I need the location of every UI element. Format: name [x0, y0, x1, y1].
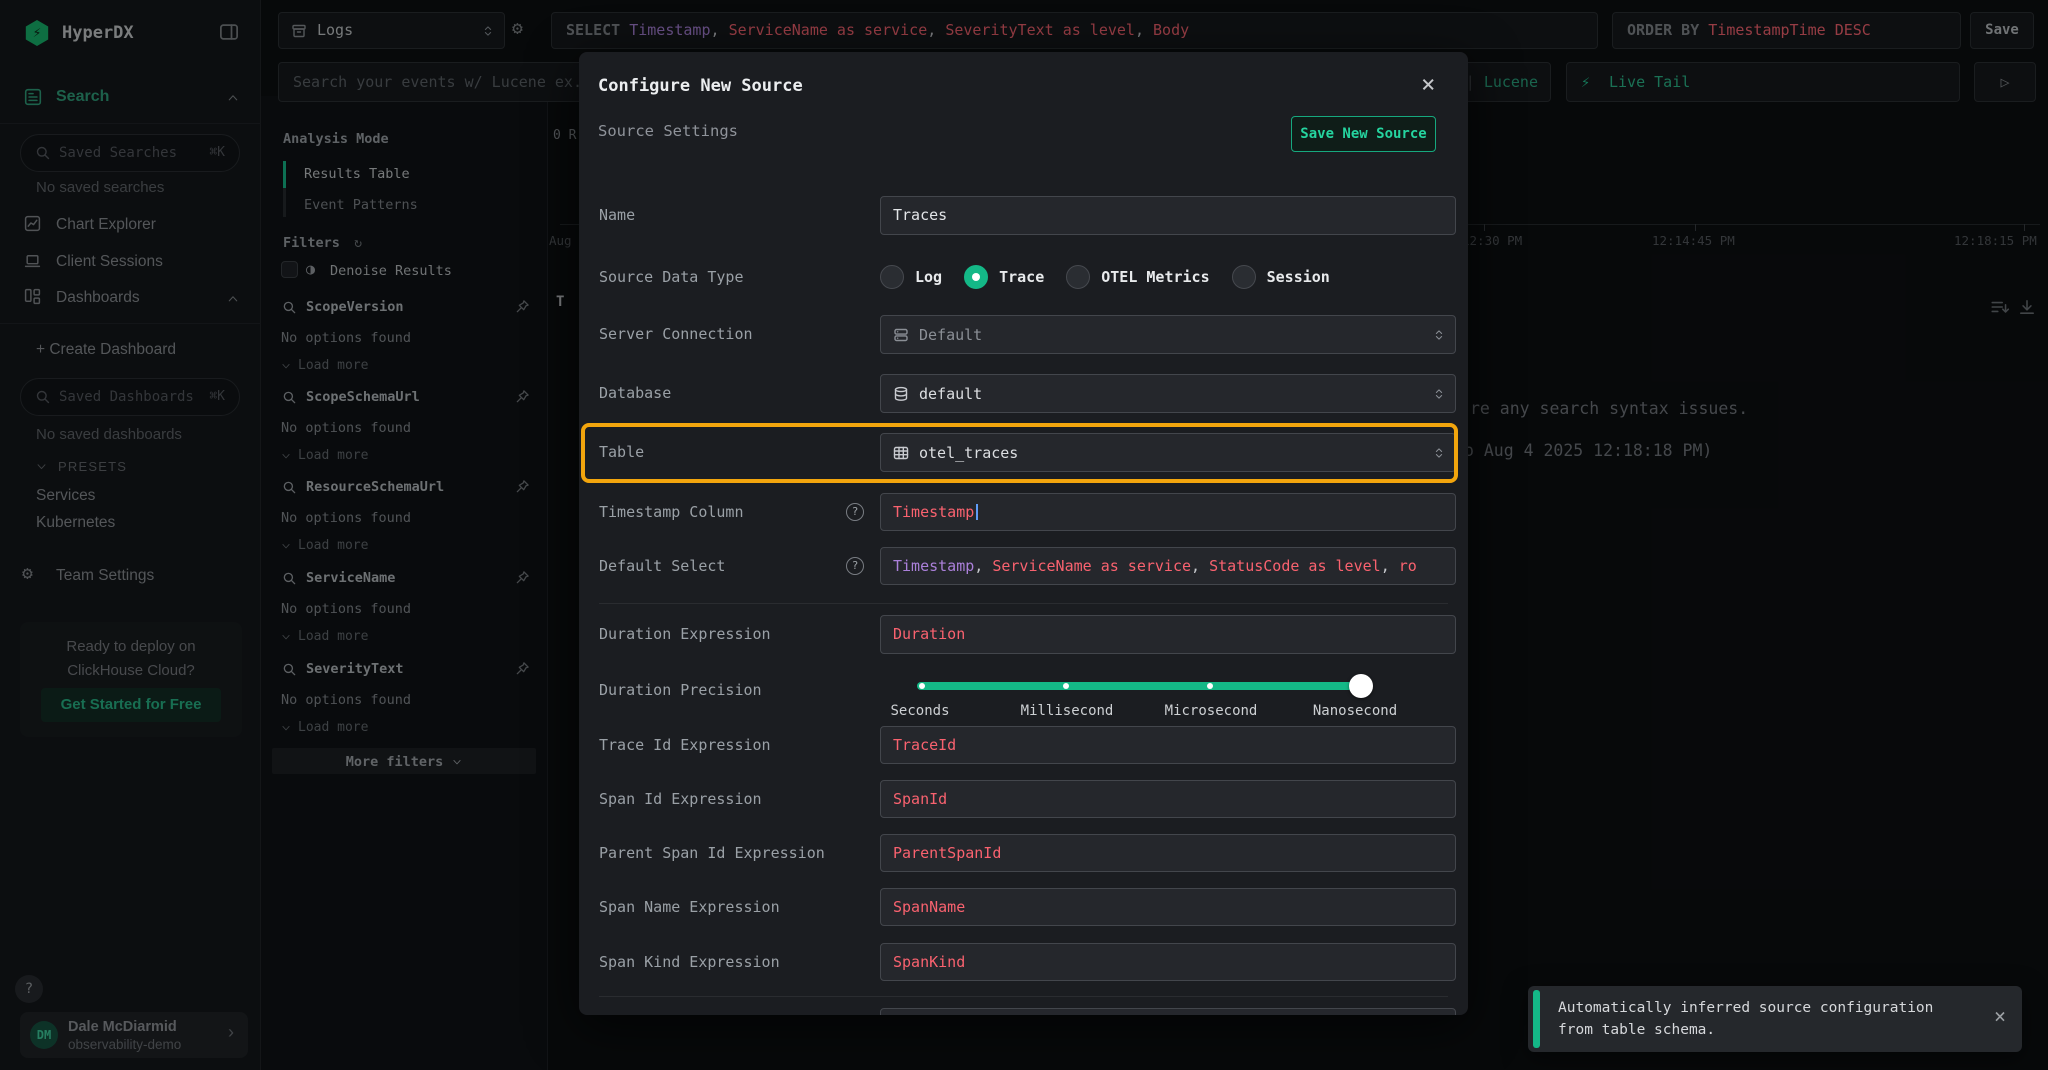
field-label-source-data-type: Source Data Type: [599, 260, 869, 294]
slider-label-millisecond[interactable]: Millisecond: [1021, 703, 1114, 719]
help-icon[interactable]: ?: [846, 503, 864, 521]
field-label-server-connection: Server Connection: [599, 315, 869, 354]
text-cursor: [976, 504, 978, 520]
slider-stop[interactable]: [1207, 683, 1213, 689]
radio-option-otel-metrics[interactable]: OTEL Metrics: [1066, 265, 1209, 289]
database-select[interactable]: default: [880, 374, 1456, 413]
duration-expression-input[interactable]: Duration: [880, 615, 1456, 654]
section-title: Source Settings: [598, 122, 738, 140]
field-label-span-kind: Span Kind Expression: [599, 943, 869, 981]
trace-id-input[interactable]: TraceId: [880, 726, 1456, 764]
table-select[interactable]: otel_traces: [880, 433, 1456, 472]
radio-circle: [1066, 265, 1090, 289]
source-type-radios: Log Trace OTEL Metrics Session: [880, 260, 1330, 294]
radio-circle: [1232, 265, 1256, 289]
radio-option-trace[interactable]: Trace: [964, 265, 1044, 289]
close-icon[interactable]: ×: [1421, 70, 1435, 98]
default-select-input[interactable]: Timestamp, ServiceName as service, Statu…: [880, 547, 1456, 585]
span-id-input[interactable]: SpanId: [880, 780, 1456, 818]
select-chevrons-icon: [1433, 327, 1445, 342]
radio-circle-selected: [964, 265, 988, 289]
toast-notification: Automatically inferred source configurat…: [1528, 986, 2022, 1052]
slider-label-seconds[interactable]: Seconds: [890, 703, 949, 719]
radio-option-log[interactable]: Log: [880, 265, 942, 289]
select-chevrons-icon: [1433, 445, 1445, 460]
toast-message-line1: Automatically inferred source configurat…: [1558, 997, 1933, 1019]
clipped-input[interactable]: [880, 1008, 1456, 1015]
radio-option-session[interactable]: Session: [1232, 265, 1330, 289]
radio-circle: [880, 265, 904, 289]
modal-divider: [599, 603, 1448, 604]
database-icon: [893, 386, 909, 402]
close-icon[interactable]: ×: [1994, 1004, 2006, 1028]
hyperdx-app: ⚡ HyperDX Search Saved Searches ⌘K No sa…: [0, 0, 2048, 1070]
slider-label-nanosecond[interactable]: Nanosecond: [1313, 703, 1397, 719]
field-label-trace-id: Trace Id Expression: [599, 726, 869, 764]
slider-stop[interactable]: [1063, 683, 1069, 689]
field-label-table: Table: [599, 433, 869, 472]
field-label-default-select: Default Select: [599, 547, 829, 585]
select-chevrons-icon: [1433, 386, 1445, 401]
timestamp-column-input[interactable]: Timestamp: [880, 493, 1456, 531]
span-name-input[interactable]: SpanName: [880, 888, 1456, 926]
field-label-database: Database: [599, 374, 869, 413]
duration-precision-slider[interactable]: [917, 682, 1361, 690]
toast-accent-bar: [1533, 990, 1540, 1048]
slider-knob[interactable]: [1349, 674, 1373, 698]
help-icon[interactable]: ?: [846, 557, 864, 575]
slider-stop[interactable]: [919, 683, 925, 689]
configure-source-modal: Configure New Source × Source Settings S…: [579, 52, 1468, 1015]
toast-message-line2: from table schema.: [1558, 1019, 1715, 1041]
server-icon: [893, 327, 909, 343]
name-input[interactable]: Traces: [880, 196, 1456, 235]
server-connection-select[interactable]: Default: [880, 315, 1456, 354]
field-label-span-id: Span Id Expression: [599, 780, 869, 818]
field-label-span-name: Span Name Expression: [599, 888, 869, 926]
slider-label-microsecond[interactable]: Microsecond: [1165, 703, 1258, 719]
table-icon: [893, 445, 909, 461]
field-label-duration-expression: Duration Expression: [599, 615, 869, 654]
span-kind-input[interactable]: SpanKind: [880, 943, 1456, 981]
parent-span-id-input[interactable]: ParentSpanId: [880, 834, 1456, 872]
modal-title: Configure New Source: [598, 76, 803, 96]
field-label-duration-precision: Duration Precision: [599, 670, 869, 710]
modal-divider: [599, 996, 1448, 997]
save-new-source-button[interactable]: Save New Source: [1291, 116, 1436, 152]
field-label-timestamp-column: Timestamp Column: [599, 493, 829, 531]
field-label-parent-span-id: Parent Span Id Expression: [599, 834, 869, 872]
field-label-name: Name: [599, 196, 869, 235]
